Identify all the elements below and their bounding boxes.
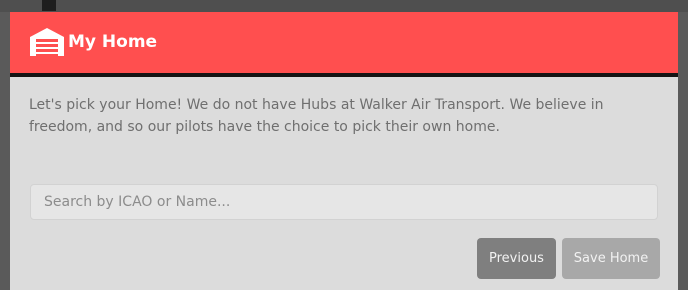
background-page	[0, 0, 688, 12]
modal-description: Let's pick your Home! We do not have Hub…	[29, 97, 604, 135]
previous-button[interactable]: Previous	[477, 238, 556, 279]
save-home-button[interactable]: Save Home	[562, 238, 660, 279]
search-input[interactable]	[30, 184, 658, 220]
warehouse-garage-icon	[30, 28, 64, 56]
background-element	[42, 0, 56, 11]
modal-header: My Home	[10, 12, 678, 77]
modal-title: My Home	[68, 32, 158, 52]
my-home-modal: My Home Let's pick your Home! We do not …	[10, 12, 678, 290]
